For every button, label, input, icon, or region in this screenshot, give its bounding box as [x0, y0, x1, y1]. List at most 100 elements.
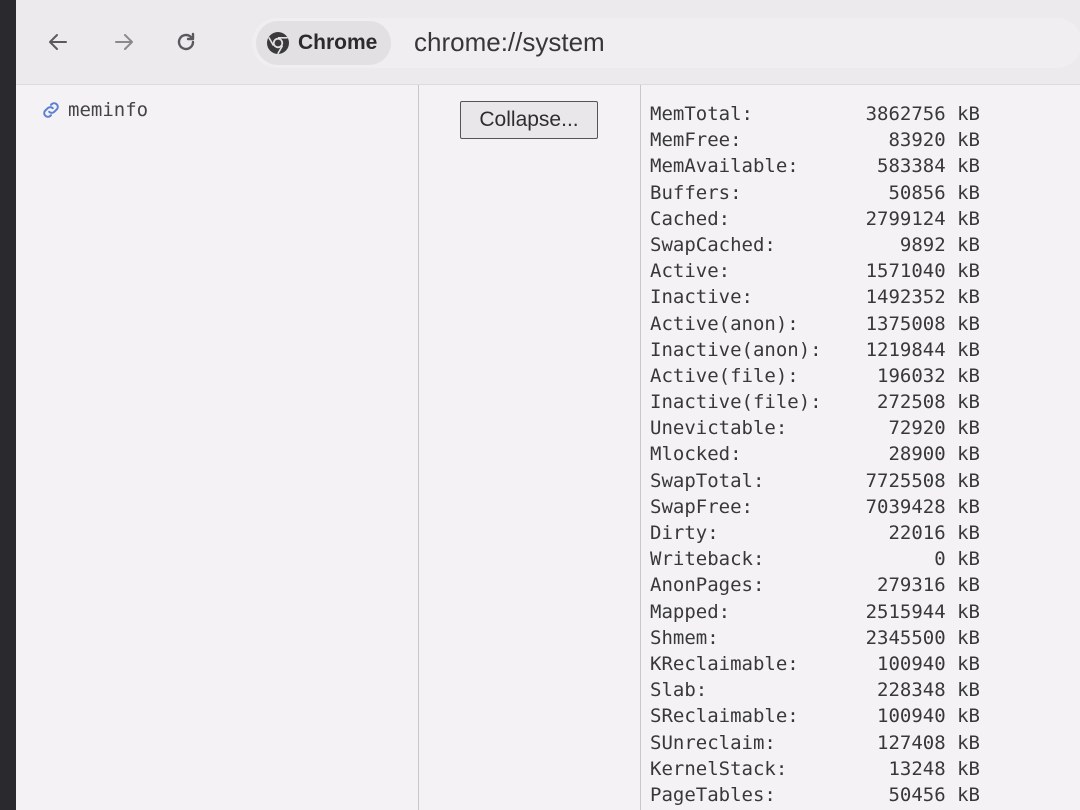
meminfo-row: PageTables: 50456 kB — [650, 784, 980, 810]
meminfo-row: SReclaimable: 100940 kB — [650, 705, 980, 731]
meminfo-field-value: 2799124 kB — [865, 207, 980, 230]
meminfo-row: Inactive: 1492352 kB — [650, 286, 980, 312]
meminfo-field-name: MemFree: — [650, 129, 742, 152]
meminfo-field-value: 7039428 kB — [865, 495, 980, 518]
meminfo-field-value: 28900 kB — [888, 443, 980, 466]
meminfo-field-name: Mapped: — [650, 600, 731, 623]
meminfo-row: SUnreclaim: 127408 kB — [650, 732, 980, 758]
meminfo-row: Slab: 228348 kB — [650, 679, 980, 705]
meminfo-row: Dirty: 22016 kB — [650, 522, 980, 548]
browser-toolbar: Chrome chrome://system — [16, 0, 1080, 85]
meminfo-field-name: Unevictable: — [650, 417, 788, 440]
column-divider — [640, 85, 641, 810]
meminfo-field-value: 0 kB — [934, 548, 980, 571]
meminfo-field-name: Inactive: — [650, 286, 753, 309]
site-chip-label: Chrome — [298, 31, 378, 54]
meminfo-row: SwapTotal: 7725508 kB — [650, 470, 980, 496]
meminfo-row: Cached: 2799124 kB — [650, 208, 980, 234]
meminfo-row: AnonPages: 279316 kB — [650, 574, 980, 600]
link-icon — [43, 102, 59, 118]
meminfo-field-value: 583384 kB — [877, 155, 980, 178]
meminfo-field-value: 83920 kB — [888, 129, 980, 152]
screen-bezel — [0, 0, 16, 810]
meminfo-field-value: 2345500 kB — [865, 626, 980, 649]
meminfo-field-value: 279316 kB — [877, 574, 980, 597]
meminfo-field-value: 228348 kB — [877, 679, 980, 702]
meminfo-row: Active(file): 196032 kB — [650, 365, 980, 391]
meminfo-field-name: SwapFree: — [650, 495, 753, 518]
meminfo-row: SwapCached: 9892 kB — [650, 234, 980, 260]
meminfo-field-name: Cached: — [650, 207, 731, 230]
meminfo-row: Shmem: 2345500 kB — [650, 627, 980, 653]
meminfo-row: Mlocked: 28900 kB — [650, 443, 980, 469]
meminfo-field-value: 72920 kB — [888, 417, 980, 440]
meminfo-field-name: Inactive(file): — [650, 391, 822, 414]
meminfo-field-name: Inactive(anon): — [650, 338, 822, 361]
meminfo-field-name: KReclaimable: — [650, 652, 799, 675]
meminfo-field-name: Active: — [650, 260, 731, 283]
meminfo-field-value: 272508 kB — [877, 391, 980, 414]
meminfo-field-value: 3862756 kB — [865, 103, 980, 125]
collapse-button[interactable]: Collapse... — [460, 101, 598, 139]
meminfo-row: Writeback: 0 kB — [650, 548, 980, 574]
meminfo-field-name: Writeback: — [650, 548, 765, 571]
meminfo-field-value: 1571040 kB — [865, 260, 980, 283]
meminfo-row: MemAvailable: 583384 kB — [650, 155, 980, 181]
meminfo-field-value: 22016 kB — [888, 522, 980, 544]
meminfo-field-name: Buffers: — [650, 181, 742, 204]
meminfo-row: SwapFree: 7039428 kB — [650, 496, 980, 522]
meminfo-field-value: 127408 kB — [877, 731, 980, 754]
meminfo-row: Active(anon): 1375008 kB — [650, 313, 980, 339]
arrow-left-icon — [49, 34, 67, 50]
meminfo-field-name: KernelStack: — [650, 757, 788, 780]
meminfo-row: KernelStack: 13248 kB — [650, 758, 980, 784]
meminfo-row: Unevictable: 72920 kB — [650, 417, 980, 443]
meminfo-row: KReclaimable: 100940 kB — [650, 653, 980, 679]
meminfo-field-name: Shmem: — [650, 626, 719, 649]
meminfo-field-value: 50856 kB — [888, 181, 980, 204]
back-button[interactable] — [40, 24, 76, 60]
arrow-right-icon — [115, 34, 133, 50]
meminfo-field-name: AnonPages: — [650, 574, 765, 597]
chrome-logo-icon — [267, 32, 289, 55]
meminfo-field-value: 1375008 kB — [865, 312, 980, 335]
meminfo-field-value: 100940 kB — [877, 705, 980, 728]
entry-key-label: meminfo — [68, 99, 149, 121]
meminfo-field-value: 2515944 kB — [865, 600, 980, 623]
meminfo-row: Buffers: 50856 kB — [650, 182, 980, 208]
forward-button[interactable] — [106, 24, 142, 60]
meminfo-field-value: 9892 kB — [899, 233, 980, 256]
meminfo-field-value: 196032 kB — [877, 364, 980, 387]
meminfo-list: MemTotal: 3862756 kB MemFree: 83920 kB MemAv… — [650, 103, 980, 810]
meminfo-field-name: Mlocked: — [650, 443, 742, 466]
system-page: meminfo Collapse... MemTotal: 3862756 kB M… — [16, 85, 1080, 810]
meminfo-field-value: 1492352 kB — [865, 286, 980, 309]
reload-icon — [177, 32, 195, 51]
meminfo-field-name: MemAvailable: — [650, 155, 799, 178]
meminfo-row: Inactive(file): 272508 kB — [650, 391, 980, 417]
meminfo-field-value: 7725508 kB — [865, 469, 980, 492]
meminfo-field-name: PageTables: — [650, 783, 776, 806]
url-text[interactable]: chrome://system — [414, 27, 605, 58]
meminfo-row: Active: 1571040 kB — [650, 260, 980, 286]
meminfo-row: Mapped: 2515944 kB — [650, 601, 980, 627]
meminfo-field-name: SwapCached: — [650, 233, 776, 256]
address-bar[interactable]: Chrome chrome://system — [252, 18, 1080, 68]
meminfo-field-value: 13248 kB — [888, 757, 980, 780]
meminfo-field-value: 50456 kB — [888, 783, 980, 806]
meminfo-field-name: SReclaimable: — [650, 705, 799, 728]
meminfo-field-name: Active(file): — [650, 364, 799, 387]
meminfo-field-value: 1219844 kB — [865, 338, 980, 361]
meminfo-field-name: Slab: — [650, 679, 708, 702]
meminfo-row: MemTotal: 3862756 kB — [650, 103, 980, 129]
entry-key[interactable]: meminfo — [40, 99, 148, 121]
meminfo-field-value: 100940 kB — [877, 652, 980, 675]
meminfo-field-name: MemTotal: — [650, 103, 753, 125]
site-chip[interactable]: Chrome — [256, 21, 392, 65]
column-divider — [418, 85, 419, 810]
meminfo-field-name: Active(anon): — [650, 312, 799, 335]
meminfo-row: Inactive(anon): 1219844 kB — [650, 339, 980, 365]
reload-button[interactable] — [168, 24, 204, 60]
meminfo-field-name: SUnreclaim: — [650, 731, 776, 754]
meminfo-field-name: Dirty: — [650, 522, 719, 544]
